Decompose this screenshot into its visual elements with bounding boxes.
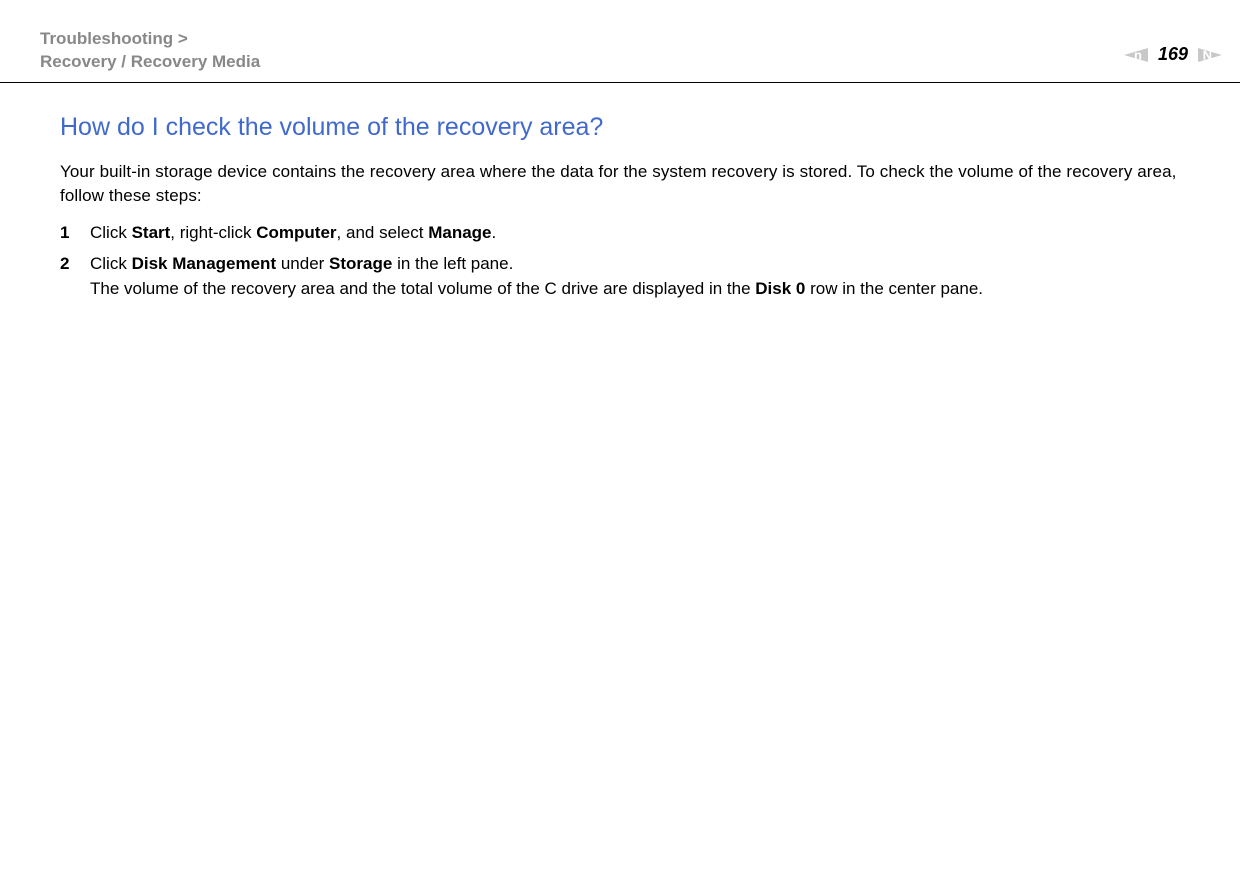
- steps-list: 1 Click Start, right-click Computer, and…: [60, 221, 1190, 301]
- step-text: in the left pane.: [392, 254, 513, 273]
- step-bold: Computer: [256, 223, 336, 242]
- step-text: The volume of the recovery area and the …: [90, 279, 755, 298]
- step-number: 2: [60, 252, 90, 301]
- step-number: 1: [60, 221, 90, 246]
- next-page-button[interactable]: N: [1198, 48, 1222, 62]
- step-text: .: [492, 223, 497, 242]
- breadcrumb-topic: Recovery / Recovery Media: [40, 51, 260, 74]
- step-text: Click: [90, 254, 132, 273]
- step-text: row in the center pane.: [805, 279, 983, 298]
- prev-page-button[interactable]: n: [1124, 48, 1148, 62]
- triangle-left-icon: [1124, 48, 1148, 62]
- step-text: Click: [90, 223, 132, 242]
- section-heading: How do I check the volume of the recover…: [60, 113, 1190, 142]
- page-header: Troubleshooting > Recovery / Recovery Me…: [0, 0, 1240, 83]
- page-number: 169: [1154, 44, 1192, 65]
- step-extra-line: The volume of the recovery area and the …: [90, 277, 1190, 302]
- step-bold: Manage: [428, 223, 491, 242]
- step-body: Click Disk Management under Storage in t…: [90, 252, 1190, 301]
- step-bold: Disk Management: [132, 254, 277, 273]
- step-item: 1 Click Start, right-click Computer, and…: [60, 221, 1190, 246]
- step-body: Click Start, right-click Computer, and s…: [90, 221, 1190, 246]
- page-navigation: n 169 N: [1124, 44, 1222, 65]
- step-bold: Start: [132, 223, 171, 242]
- step-item: 2 Click Disk Management under Storage in…: [60, 252, 1190, 301]
- intro-paragraph: Your built-in storage device contains th…: [60, 160, 1190, 208]
- step-bold: Storage: [329, 254, 392, 273]
- breadcrumb: Troubleshooting > Recovery / Recovery Me…: [40, 28, 260, 74]
- step-text: , right-click: [170, 223, 256, 242]
- step-bold: Disk 0: [755, 279, 805, 298]
- step-text: , and select: [337, 223, 429, 242]
- step-text: under: [276, 254, 329, 273]
- triangle-right-icon: [1198, 48, 1222, 62]
- page-content: How do I check the volume of the recover…: [0, 83, 1240, 302]
- breadcrumb-category: Troubleshooting >: [40, 28, 260, 51]
